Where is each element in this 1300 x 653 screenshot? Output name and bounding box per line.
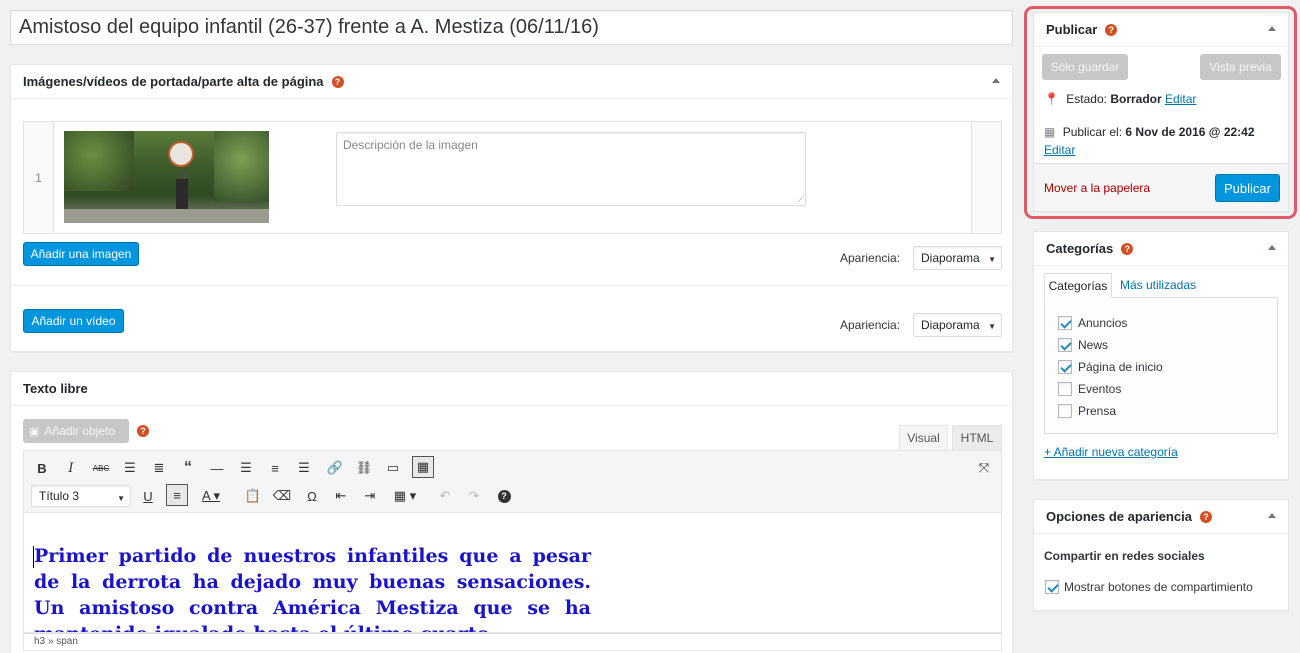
- appearance-options-header[interactable]: Opciones de apariencia ?: [1034, 500, 1288, 534]
- share-label: Compartir en redes sociales: [1044, 549, 1205, 563]
- tab-popular-categories[interactable]: Más utilizadas: [1120, 278, 1196, 292]
- align-left-icon[interactable]: ☰: [235, 457, 257, 479]
- editor-box: Texto libre ▣ Añadir objeto ? Visual HTM…: [10, 371, 1013, 653]
- editor-status-bar: h3 » span: [23, 633, 1002, 651]
- read-more-icon[interactable]: ▭: [382, 457, 404, 479]
- format-select[interactable]: Título 3 ▼: [31, 485, 131, 507]
- help-icon[interactable]: ?: [1199, 510, 1212, 523]
- indent-icon[interactable]: ⇥: [359, 485, 381, 507]
- editor-box-header: Texto libre: [11, 372, 1012, 406]
- row-number-cell: 1: [24, 122, 54, 233]
- chevron-down-icon: ▼: [988, 255, 996, 264]
- add-image-button[interactable]: Añadir una imagen: [23, 242, 139, 266]
- horizontal-rule-icon[interactable]: —: [206, 457, 228, 479]
- help-icon[interactable]: ?: [1121, 242, 1134, 255]
- category-label: Página de inicio: [1078, 360, 1163, 374]
- add-new-category-link[interactable]: + Añadir nueva categoría: [1044, 445, 1178, 459]
- special-character-icon[interactable]: Ω: [301, 485, 323, 507]
- category-checklist: Anuncios News Página de inicio Eventos P…: [1044, 297, 1278, 434]
- keyboard-help-icon[interactable]: ?: [493, 485, 515, 507]
- category-label: Eventos: [1078, 382, 1122, 396]
- row-actions-cell: [971, 122, 1001, 233]
- add-object-button[interactable]: ▣ Añadir objeto: [23, 419, 129, 443]
- tab-visual[interactable]: Visual: [899, 425, 948, 450]
- help-icon[interactable]: ?: [137, 425, 149, 437]
- align-center-icon[interactable]: ≡: [264, 457, 286, 479]
- category-label: News: [1078, 338, 1109, 352]
- chevron-down-icon: ▼: [117, 494, 125, 503]
- share-checkbox-label: Mostrar botones de compartimiento: [1064, 580, 1253, 594]
- category-checkbox-anuncios[interactable]: [1058, 316, 1072, 330]
- fullscreen-icon[interactable]: ⤧: [973, 457, 995, 479]
- undo-icon[interactable]: ↶: [434, 485, 456, 507]
- collapse-toggle-icon[interactable]: [1268, 245, 1276, 250]
- element-path: h3 » span: [34, 636, 78, 647]
- justify-icon[interactable]: ≡: [166, 484, 188, 506]
- highlight-frame: [1024, 6, 1297, 219]
- appearance-select-images[interactable]: Diaporama ▼: [913, 246, 1002, 270]
- gallery-heading: Imágenes/vídeos de portada/parte alta de…: [23, 74, 324, 89]
- bullet-list-icon[interactable]: ☰: [119, 457, 141, 479]
- gallery-box: Imágenes/vídeos de portada/parte alta de…: [10, 64, 1013, 352]
- link-icon[interactable]: 🔗: [324, 457, 346, 479]
- numbered-list-icon[interactable]: ≣: [148, 457, 170, 479]
- text-color-icon[interactable]: A ▾: [196, 485, 226, 507]
- text-cursor: [33, 546, 34, 568]
- align-right-icon[interactable]: ☰: [293, 457, 315, 479]
- add-video-button[interactable]: Añadir un vídeo: [23, 309, 124, 333]
- categories-heading: Categorías: [1046, 241, 1114, 256]
- gallery-box-header[interactable]: Imágenes/vídeos de portada/parte alta de…: [11, 65, 1012, 99]
- resize-handle-icon[interactable]: ⟋: [798, 194, 804, 205]
- blockquote-icon[interactable]: “: [177, 457, 199, 479]
- chevron-down-icon: ▼: [988, 322, 996, 331]
- appearance-label-videos: Apariencia:: [840, 318, 901, 332]
- categories-box: Categorías ? Categorías Más utilizadas A…: [1033, 231, 1289, 480]
- category-label: Prensa: [1078, 404, 1117, 418]
- share-buttons-checkbox[interactable]: [1045, 580, 1059, 594]
- appearance-options-box: Opciones de apariencia ? Compartir en re…: [1033, 499, 1289, 611]
- categories-box-header[interactable]: Categorías ?: [1034, 232, 1288, 266]
- help-icon[interactable]: ?: [331, 75, 344, 88]
- category-checkbox-prensa[interactable]: [1058, 404, 1072, 418]
- clear-formatting-icon[interactable]: ⌫: [271, 485, 293, 507]
- category-label: Anuncios: [1078, 316, 1128, 330]
- post-title-text: Amistoso del equipo infantil (26-37) fre…: [19, 16, 599, 38]
- category-checkbox-eventos[interactable]: [1058, 382, 1072, 396]
- appearance-select-videos[interactable]: Diaporama ▼: [913, 313, 1002, 337]
- collapse-toggle-icon[interactable]: [992, 78, 1000, 83]
- editor-content-area[interactable]: Primer partido de nuestros infantiles qu…: [23, 513, 1002, 633]
- editor-toolbar: B I ABC ☰ ≣ “ — ☰ ≡ ☰ 🔗 ⛓ ▭ ▦ ⤧ Título 3…: [23, 450, 1002, 513]
- post-title-input[interactable]: Amistoso del equipo infantil (26-37) fre…: [10, 10, 1013, 45]
- basketball-hoop: [168, 141, 194, 167]
- strikethrough-icon[interactable]: ABC: [90, 457, 112, 479]
- gallery-row: 1 Descripción de la imagen ⟋: [23, 121, 1002, 234]
- divider: [11, 285, 1012, 286]
- gallery-thumbnail[interactable]: [64, 131, 269, 223]
- collapse-toggle-icon[interactable]: [1268, 513, 1276, 518]
- italic-icon[interactable]: I: [60, 457, 82, 479]
- underline-icon[interactable]: U: [137, 485, 159, 507]
- table-icon[interactable]: ▦ ▾: [389, 485, 421, 507]
- media-icon: ▣: [29, 425, 40, 438]
- row-number: 1: [35, 170, 42, 185]
- image-description-input[interactable]: Descripción de la imagen ⟋: [336, 132, 806, 206]
- outdent-icon[interactable]: ⇤: [330, 485, 352, 507]
- paste-text-icon[interactable]: 📋: [242, 485, 264, 507]
- bold-icon[interactable]: B: [31, 457, 53, 479]
- unlink-icon[interactable]: ⛓: [353, 457, 375, 479]
- image-description-placeholder: Descripción de la imagen: [343, 138, 478, 152]
- toolbar-toggle-icon[interactable]: ▦: [412, 456, 434, 478]
- redo-icon[interactable]: ↷: [463, 485, 485, 507]
- category-checkbox-news[interactable]: [1058, 338, 1072, 352]
- appearance-label-images: Apariencia:: [840, 251, 901, 265]
- tab-html[interactable]: HTML: [952, 425, 1002, 450]
- tab-all-categories[interactable]: Categorías: [1044, 273, 1112, 298]
- editor-heading: Texto libre: [23, 381, 88, 396]
- appearance-options-heading: Opciones de apariencia: [1046, 509, 1192, 524]
- editor-content-text: Primer partido de nuestros infantiles qu…: [34, 545, 591, 632]
- category-checkbox-pagina-de-inicio[interactable]: [1058, 360, 1072, 374]
